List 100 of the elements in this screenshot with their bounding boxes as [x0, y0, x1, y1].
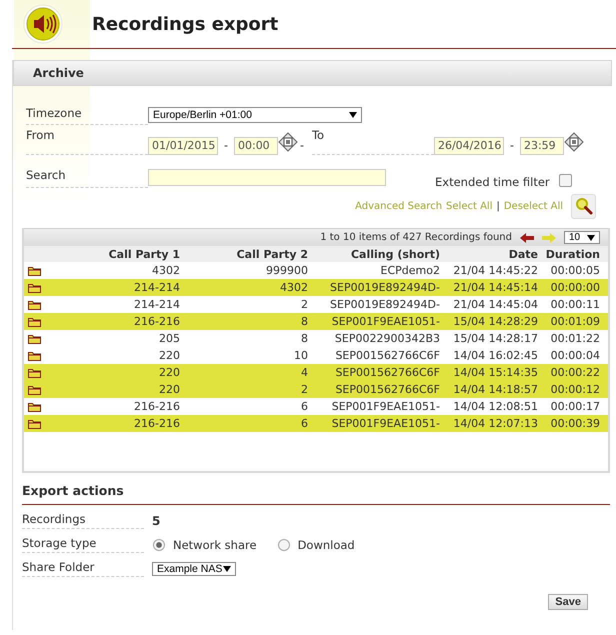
table-cell-text: 220	[159, 366, 181, 379]
field-label: Share Folder	[22, 560, 144, 577]
table-row[interactable]: 205 8 SEP0022900342B3 15/04 14:28:17 00:01:22	[24, 330, 608, 347]
table-cell-text: SEP001F9EAE1051-	[332, 315, 441, 328]
table-cell-text: 2	[301, 298, 309, 311]
folder-icon	[28, 402, 41, 412]
table-row[interactable]: 220 2 SEP001562766C6F 14/04 14:18:57 00:00:12	[24, 381, 608, 398]
table-cell-text: 00:00:39	[550, 417, 601, 430]
folder-icon	[28, 350, 41, 360]
table-cell-text: 205	[159, 332, 181, 345]
column-header: Calling (short)	[350, 248, 441, 260]
timezone-select[interactable]: Europe/Berlin +01:00	[148, 107, 362, 123]
table-cell-text: 00:00:12	[550, 383, 601, 396]
table-cell-text: 220	[159, 383, 181, 396]
table-cell-text: ECPdemo2	[380, 264, 441, 277]
table-cell-text: 00:00:11	[550, 298, 601, 311]
table-cell-text: 14/04 15:14:35	[453, 366, 539, 379]
table-row[interactable]: 216-216 6 SEP001F9EAE1051- 14/04 12:08:51 00:00:17	[24, 398, 608, 415]
table-cell-text: 00:00:17	[550, 400, 601, 413]
table-cell-text: 14/04 16:02:45	[453, 349, 539, 362]
date-field[interactable]: 26/04/2016	[434, 137, 504, 155]
table-row[interactable]: 4302 999900 ECPdemo2 21/04 14:45:22 00:00:05	[24, 262, 608, 279]
table-cell-text: 00:00:00	[550, 281, 601, 294]
section-title: Export actions	[22, 483, 610, 505]
table-row[interactable]: 220 4 SEP001562766C6F 14/04 15:14:35 00:00:22	[24, 364, 608, 381]
table-cell-text: SEP001F9EAE1051-	[332, 400, 441, 413]
table-cell-text: 15/04 14:28:29	[453, 315, 539, 328]
folder-icon	[28, 418, 41, 428]
column-header: Date	[508, 248, 539, 260]
caret-icon	[223, 566, 231, 572]
radio-label: Download	[298, 538, 355, 552]
left-arrow-icon[interactable]	[519, 232, 535, 244]
table-cell-text: 214-214	[134, 298, 181, 311]
date-field[interactable]: 01/01/2015	[148, 137, 218, 155]
table-row[interactable]: 216-216 8 SEP001F9EAE1051- 15/04 14:28:29 00:01:09	[24, 313, 608, 330]
checkbox-label: Extended time filter	[435, 175, 550, 189]
table-cell-text: 00:01:09	[550, 315, 601, 328]
table-cell-text: 10	[294, 349, 309, 362]
table-cell-text: 214-214	[134, 281, 181, 294]
table-cell-text: 21/04 14:45:04	[453, 298, 539, 311]
table-cell-text: 4	[301, 366, 309, 379]
share-folder-select[interactable]: Example NAS	[152, 562, 236, 576]
page-title: Recordings export	[92, 14, 278, 34]
table-cell-text: 00:01:22	[550, 332, 601, 345]
separator-text: |	[496, 200, 500, 212]
table-cell-text: 00:00:04	[550, 349, 601, 362]
field-label: Storage type	[22, 536, 144, 553]
radio-label: Network share	[173, 538, 257, 552]
table-cell-text: 14/04 12:08:51	[453, 400, 539, 413]
radio-button[interactable]	[153, 538, 165, 550]
folder-icon	[28, 266, 41, 276]
table-row[interactable]: 216-216 6 SEP001F9EAE1051- 14/04 12:07:13 00:00:39	[24, 415, 608, 432]
table-cell-text: SEP001562766C6F	[335, 366, 441, 379]
table-cell-text: 14/04 12:07:13	[453, 417, 539, 430]
table-cell-text: SEP0022900342B3	[334, 332, 441, 345]
caret-icon	[349, 112, 357, 118]
table-cell-text: 4302	[280, 281, 309, 294]
time-field[interactable]: 23:59	[520, 137, 564, 155]
column-header: Call Party 2	[236, 248, 309, 260]
section-title: Archive	[33, 66, 84, 80]
radio-button[interactable]	[278, 538, 290, 550]
table-cell-text: 4302	[152, 264, 181, 277]
folder-icon	[28, 300, 41, 310]
page-size-select[interactable]: 10	[564, 231, 600, 244]
search-button[interactable]	[571, 194, 596, 218]
speaker-icon	[23, 4, 63, 44]
table-row[interactable]: 214-214 2 SEP0019E892494D- 21/04 14:45:04 00:00:11	[24, 296, 608, 313]
table-cell-text: 220	[159, 349, 181, 362]
table-cell-text: 2	[301, 383, 309, 396]
folder-icon	[28, 368, 41, 378]
table-cell-text: 14/04 14:18:57	[453, 383, 539, 396]
diamond-icon[interactable]	[278, 132, 298, 152]
table-cell-text: 8	[301, 332, 309, 345]
table-cell-text: SEP001562766C6F	[335, 383, 441, 396]
table-cell-text: 00:00:22	[550, 366, 601, 379]
caret-icon	[587, 234, 595, 240]
column-header: Duration	[544, 248, 601, 260]
table-cell-text: 216-216	[134, 417, 181, 430]
table-cell-text: 21/04 14:45:22	[453, 264, 539, 277]
table-cell-text: 21/04 14:45:14	[453, 281, 539, 294]
results-summary: 1 to 10 items of 427 Recordings found	[320, 232, 512, 243]
column-header: Call Party 1	[108, 248, 181, 260]
table-row[interactable]: 220 10 SEP001562766C6F 14/04 16:02:45 00:00:04	[24, 347, 608, 364]
folder-icon	[28, 282, 41, 292]
table-cell-text: 216-216	[134, 315, 181, 328]
field-label: Recordings	[22, 512, 144, 529]
table-cell-text: SEP0019E892494D-	[330, 281, 441, 294]
separator-text: -	[510, 139, 514, 152]
table-cell-text: 6	[301, 417, 309, 430]
save-button[interactable]: Save	[548, 594, 588, 610]
time-field[interactable]: 00:00	[234, 137, 278, 155]
table-row[interactable]: 214-214 4302 SEP0019E892494D- 21/04 14:45:14 00:00:00	[24, 279, 608, 296]
search-field[interactable]	[148, 169, 386, 186]
checkbox[interactable]	[558, 174, 572, 187]
table-cell-text: 15/04 14:28:17	[453, 332, 539, 345]
folder-icon	[28, 384, 41, 394]
table-cell-text: SEP001562766C6F	[335, 349, 441, 362]
diamond-icon[interactable]	[564, 132, 584, 152]
folder-icon	[28, 334, 41, 344]
table-cell-text: SEP001F9EAE1051-	[332, 417, 441, 430]
